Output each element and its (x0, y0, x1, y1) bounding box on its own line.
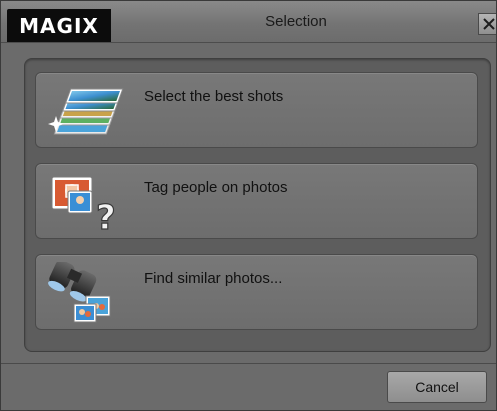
dialog-title: Selection (265, 13, 327, 30)
close-button[interactable] (478, 13, 496, 35)
close-icon (482, 18, 495, 30)
selection-dialog: MAGIX Selection Select the best shots ? … (0, 0, 497, 411)
option-label: Tag people on photos (144, 179, 288, 196)
tag-people-icon: ? (51, 176, 116, 233)
logo-text: MAGIX (19, 13, 99, 38)
option-label: Find similar photos... (144, 270, 283, 287)
cancel-button[interactable]: Cancel (387, 371, 487, 403)
tag-people-button[interactable]: ? Tag people on photos (35, 163, 478, 239)
binoculars-icon (48, 262, 111, 323)
option-label: Select the best shots (144, 88, 284, 105)
select-best-shots-button[interactable]: Select the best shots (35, 72, 478, 148)
photo-stack-icon (48, 88, 124, 135)
find-similar-photos-button[interactable]: Find similar photos... (35, 254, 478, 330)
footer-divider (1, 363, 496, 364)
title-bar: MAGIX Selection (1, 1, 496, 43)
options-panel: Select the best shots ? Tag people on ph… (24, 58, 491, 352)
magix-logo: MAGIX (7, 9, 111, 42)
svg-text:?: ? (96, 198, 116, 233)
